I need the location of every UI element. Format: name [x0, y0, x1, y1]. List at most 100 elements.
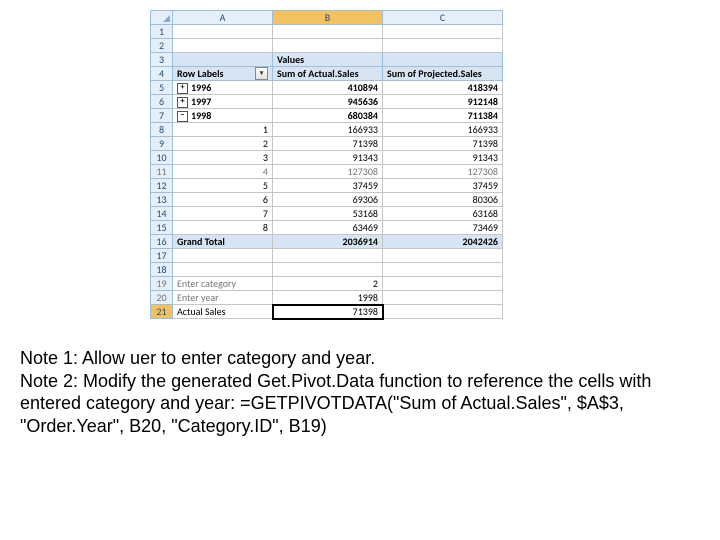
collapse-icon[interactable]: −: [177, 111, 188, 122]
enter-category-value[interactable]: 2: [273, 277, 383, 291]
expand-icon[interactable]: +: [177, 97, 188, 108]
cell[interactable]: 3: [173, 151, 273, 165]
row-header[interactable]: 13: [151, 193, 173, 207]
cell[interactable]: [273, 39, 383, 53]
cell[interactable]: [173, 25, 273, 39]
col-header-b[interactable]: B: [273, 11, 383, 25]
cell[interactable]: 73469: [383, 221, 503, 235]
cell[interactable]: 127308: [383, 165, 503, 179]
row-header[interactable]: 15: [151, 221, 173, 235]
row-header[interactable]: 19: [151, 277, 173, 291]
row-header[interactable]: 14: [151, 207, 173, 221]
cell[interactable]: 127308: [273, 165, 383, 179]
col-header-a[interactable]: A: [173, 11, 273, 25]
cell[interactable]: 37459: [383, 179, 503, 193]
year-label: 1996: [191, 81, 211, 94]
cell[interactable]: 1: [173, 123, 273, 137]
row-header[interactable]: 18: [151, 263, 173, 277]
year-label: 1997: [191, 95, 211, 108]
cell[interactable]: 80306: [383, 193, 503, 207]
cell[interactable]: [383, 25, 503, 39]
cell[interactable]: 945636: [273, 95, 383, 109]
cell[interactable]: 91343: [273, 151, 383, 165]
expand-icon[interactable]: +: [177, 83, 188, 94]
col-header-c[interactable]: C: [383, 11, 503, 25]
cell[interactable]: 4: [173, 165, 273, 179]
actual-sales-label: Actual Sales: [173, 305, 273, 319]
year-label: 1998: [191, 109, 211, 122]
row-header[interactable]: 4: [151, 67, 173, 81]
cell[interactable]: 166933: [273, 123, 383, 137]
cell[interactable]: [383, 53, 503, 67]
row-header[interactable]: 2: [151, 39, 173, 53]
cell[interactable]: [383, 277, 503, 291]
notes-block: Note 1: Allow uer to enter category and …: [20, 347, 700, 437]
cell[interactable]: 71398: [273, 137, 383, 151]
pivot-year-1996[interactable]: +1996: [173, 81, 273, 95]
cell[interactable]: [173, 39, 273, 53]
cell[interactable]: 53168: [273, 207, 383, 221]
cell[interactable]: [173, 53, 273, 67]
enter-year-label: Enter year: [173, 291, 273, 305]
row-labels-text: Row Labels: [177, 67, 224, 80]
row-header[interactable]: 10: [151, 151, 173, 165]
cell[interactable]: [273, 25, 383, 39]
note-1: Note 1: Allow uer to enter category and …: [20, 347, 700, 370]
row-header[interactable]: 5: [151, 81, 173, 95]
cell[interactable]: 2042426: [383, 235, 503, 249]
cell[interactable]: 8: [173, 221, 273, 235]
enter-category-label: Enter category: [173, 277, 273, 291]
pivot-year-1998[interactable]: −1998: [173, 109, 273, 123]
pivot-col-projected: Sum of Projected.Sales: [383, 67, 503, 81]
row-header[interactable]: 17: [151, 249, 173, 263]
cell[interactable]: [173, 263, 273, 277]
row-labels-dropdown-icon[interactable]: ▾: [255, 67, 268, 80]
cell[interactable]: [383, 305, 503, 319]
cell[interactable]: 410894: [273, 81, 383, 95]
row-header[interactable]: 1: [151, 25, 173, 39]
cell[interactable]: 711384: [383, 109, 503, 123]
row-header[interactable]: 7: [151, 109, 173, 123]
cell[interactable]: 2036914: [273, 235, 383, 249]
cell[interactable]: 912148: [383, 95, 503, 109]
cell[interactable]: 6: [173, 193, 273, 207]
cell[interactable]: 71398: [383, 137, 503, 151]
cell[interactable]: 5: [173, 179, 273, 193]
pivot-row-labels[interactable]: Row Labels ▾: [173, 67, 273, 81]
row-header[interactable]: 12: [151, 179, 173, 193]
row-header[interactable]: 16: [151, 235, 173, 249]
cell[interactable]: 680384: [273, 109, 383, 123]
cell[interactable]: 63469: [273, 221, 383, 235]
pivot-values-label: Values: [273, 53, 383, 67]
select-all-corner[interactable]: [151, 11, 173, 25]
cell[interactable]: [383, 263, 503, 277]
row-header[interactable]: 9: [151, 137, 173, 151]
cell[interactable]: 91343: [383, 151, 503, 165]
pivot-col-actual: Sum of Actual.Sales: [273, 67, 383, 81]
cell[interactable]: 37459: [273, 179, 383, 193]
grand-total-label: Grand Total: [173, 235, 273, 249]
row-header[interactable]: 20: [151, 291, 173, 305]
cell[interactable]: 69306: [273, 193, 383, 207]
row-header[interactable]: 6: [151, 95, 173, 109]
cell[interactable]: [383, 249, 503, 263]
cell[interactable]: [383, 291, 503, 305]
spreadsheet-grid[interactable]: A B C 1 2 3 Values 4 Row Labels ▾ Sum of…: [150, 10, 503, 319]
row-header[interactable]: 8: [151, 123, 173, 137]
enter-year-value[interactable]: 1998: [273, 291, 383, 305]
cell[interactable]: 63168: [383, 207, 503, 221]
cell[interactable]: [273, 263, 383, 277]
cell[interactable]: [173, 249, 273, 263]
row-header[interactable]: 3: [151, 53, 173, 67]
note-2: Note 2: Modify the generated Get.Pivot.D…: [20, 370, 700, 438]
cell[interactable]: [383, 39, 503, 53]
row-header[interactable]: 21: [151, 305, 173, 319]
cell[interactable]: 418394: [383, 81, 503, 95]
pivot-year-1997[interactable]: +1997: [173, 95, 273, 109]
cell[interactable]: 7: [173, 207, 273, 221]
cell[interactable]: 2: [173, 137, 273, 151]
row-header[interactable]: 11: [151, 165, 173, 179]
cell[interactable]: [273, 249, 383, 263]
actual-sales-value[interactable]: 71398: [273, 305, 383, 319]
cell[interactable]: 166933: [383, 123, 503, 137]
